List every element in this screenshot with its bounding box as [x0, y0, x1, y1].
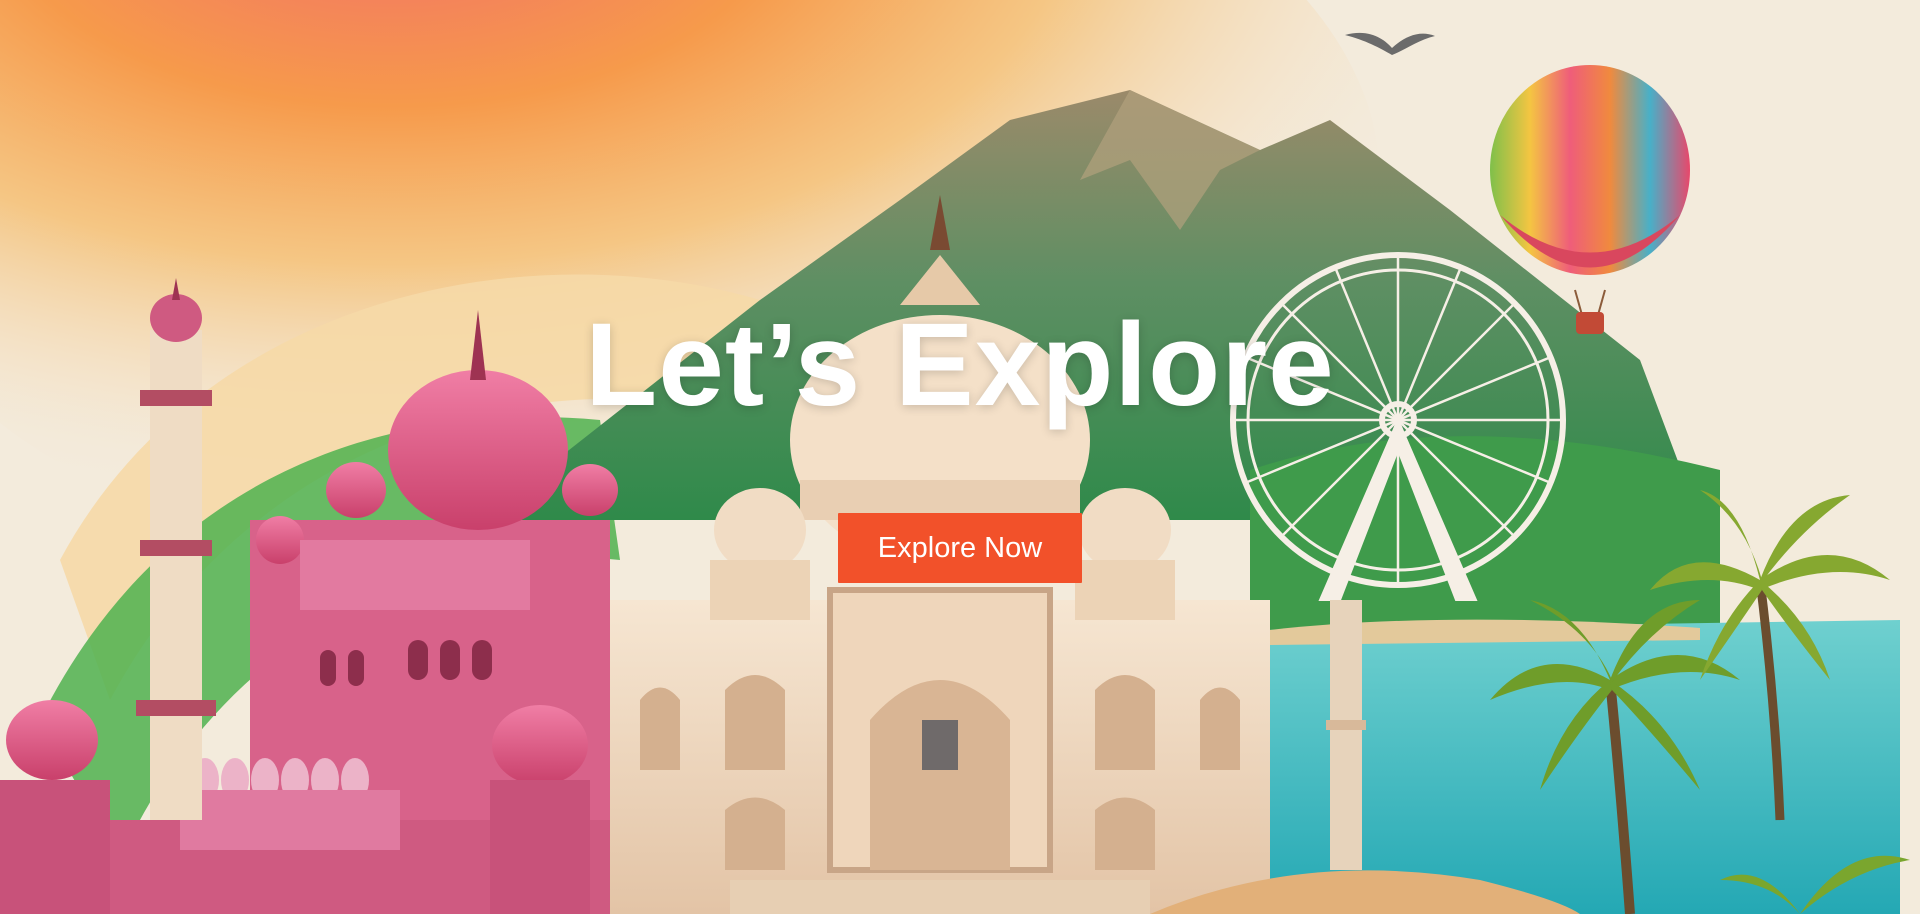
hero-section: Let’s Explore Explore Now — [0, 0, 1920, 914]
explore-now-button[interactable]: Explore Now — [838, 513, 1082, 583]
hero-background-illustration — [0, 0, 1920, 914]
hero-title: Let’s Explore — [585, 299, 1335, 431]
